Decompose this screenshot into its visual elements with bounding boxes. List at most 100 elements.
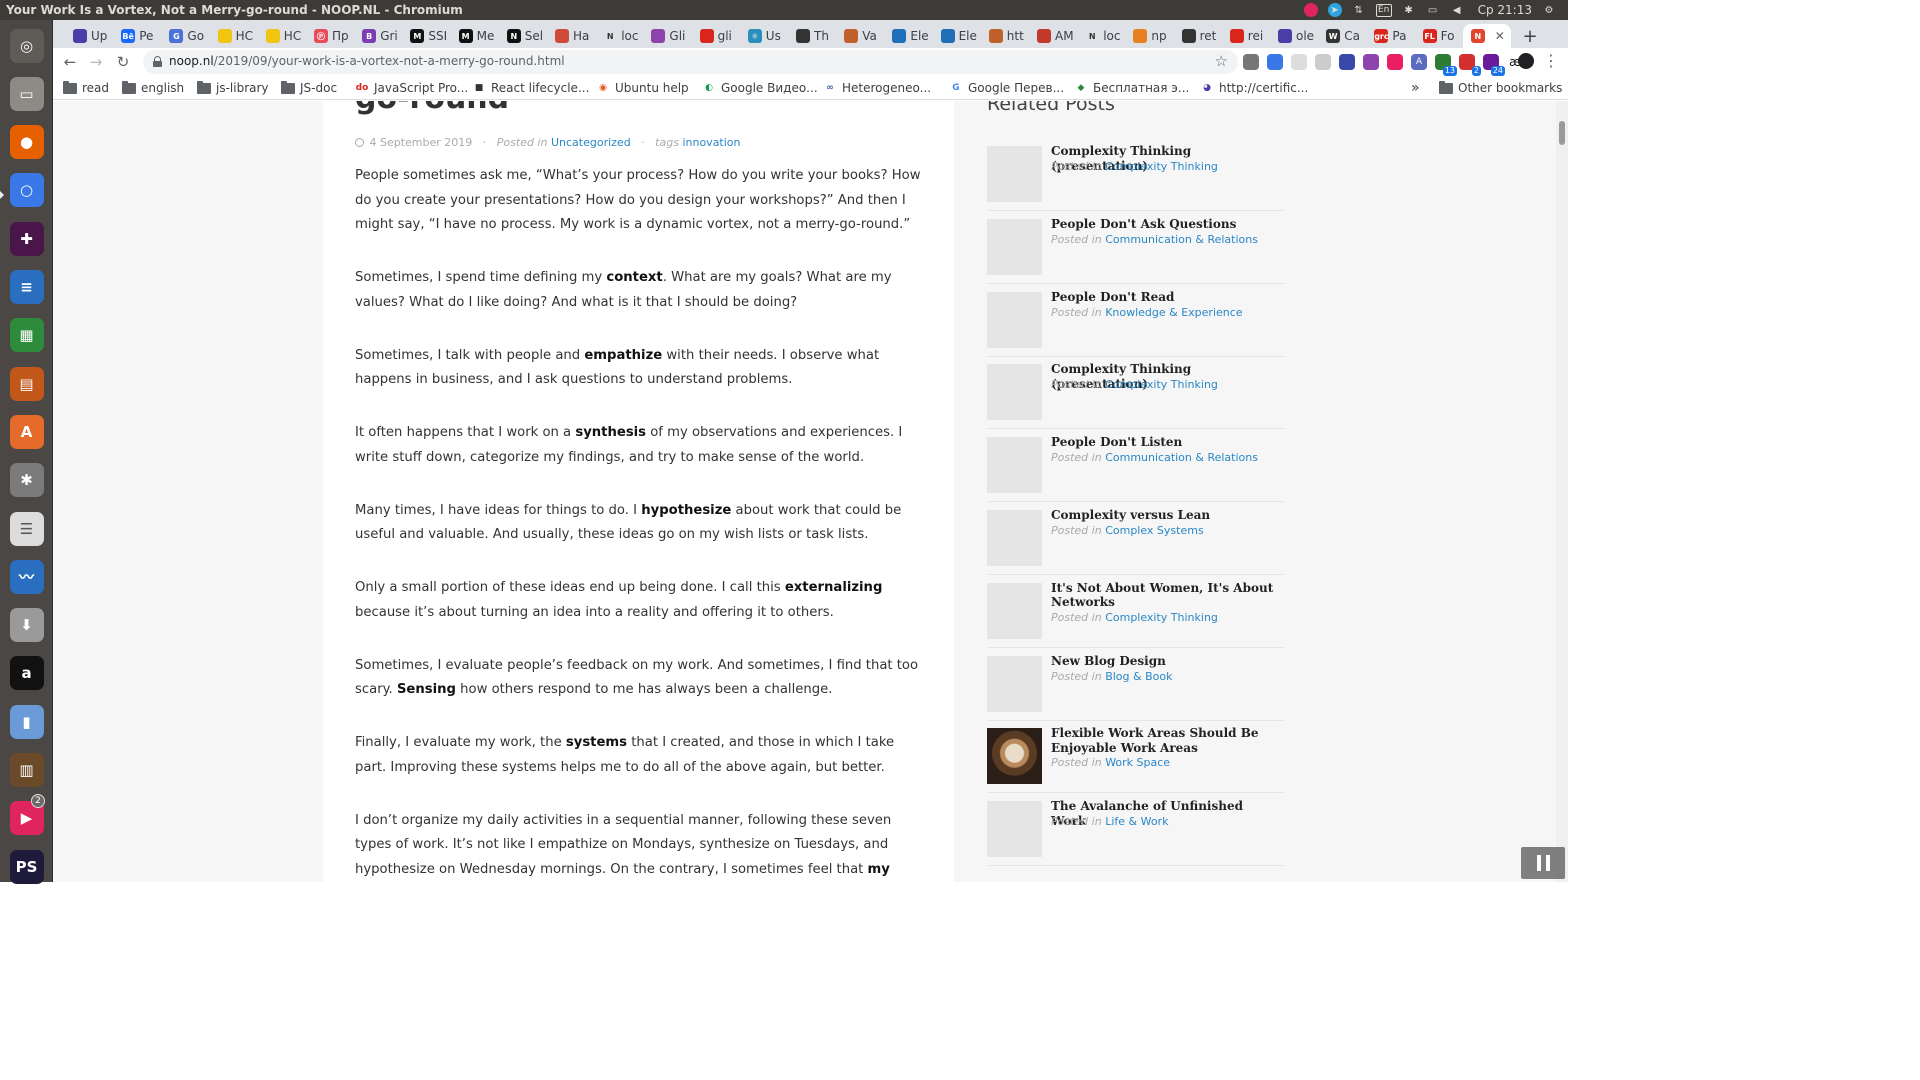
- category-link[interactable]: Uncategorized: [551, 136, 631, 149]
- volume-icon[interactable]: ◀: [1450, 3, 1464, 17]
- jetbrains-launcher-item[interactable]: ▶ 2: [5, 793, 48, 840]
- url-text[interactable]: noop.nl/2019/09/your-work-is-a-vortex-no…: [169, 54, 565, 68]
- tab[interactable]: Ha: [547, 24, 593, 48]
- tab[interactable]: Gli: [643, 24, 689, 48]
- omnibox[interactable]: noop.nl/2019/09/your-work-is-a-vortex-no…: [143, 50, 1238, 74]
- related-post-thumbnail[interactable]: [987, 364, 1042, 421]
- bookmark-item[interactable]: do JavaScript Pro...: [355, 80, 469, 96]
- settings-launcher-item[interactable]: ✱: [5, 459, 48, 502]
- new-tab-button[interactable]: +: [1519, 25, 1541, 47]
- related-post[interactable]: People Don't Read Posted in Knowledge & E…: [987, 284, 1285, 357]
- extension-9-icon[interactable]: 13: [1435, 54, 1457, 76]
- bluetooth-icon[interactable]: ✱: [1402, 3, 1416, 17]
- related-post-category-link[interactable]: Blog & Book: [1105, 670, 1172, 683]
- related-post[interactable]: The Avalanche of Unfinished Work Posted i…: [987, 793, 1285, 867]
- related-post-category-link[interactable]: Knowledge & Experience: [1105, 306, 1242, 319]
- software-center-launcher-item[interactable]: A: [5, 410, 48, 453]
- related-post-title[interactable]: New Blog Design: [1051, 654, 1281, 669]
- bookmark-item[interactable]: read: [63, 80, 109, 96]
- extension-5-icon[interactable]: [1339, 54, 1355, 70]
- writer-launcher-item[interactable]: ≡: [5, 266, 48, 309]
- related-post[interactable]: Complexity versus Lean Posted in Complex …: [987, 502, 1285, 575]
- related-post-category-link[interactable]: Work Space: [1105, 756, 1170, 769]
- bookmark-item[interactable]: ∞ Heterogeneo...: [823, 80, 931, 96]
- system-monitor-launcher-item[interactable]: 〰: [5, 555, 48, 598]
- related-post-title[interactable]: Complexity versus Lean: [1051, 508, 1281, 523]
- tab[interactable]: ⚛ Us: [740, 24, 786, 48]
- extension-6-icon[interactable]: [1363, 54, 1379, 70]
- calc-launcher-item[interactable]: ▦: [5, 314, 48, 357]
- tab[interactable]: Ele: [884, 24, 930, 48]
- tab[interactable]: rei: [1222, 24, 1268, 48]
- related-post-thumbnail[interactable]: [987, 582, 1042, 639]
- related-post[interactable]: Complexity Thinking (presentation) Posted…: [987, 138, 1285, 211]
- scrollbar-thumb[interactable]: [1559, 121, 1565, 145]
- other-bookmarks[interactable]: Other bookmarks: [1439, 80, 1562, 96]
- reload-button[interactable]: ↻: [112, 51, 134, 73]
- extension-4-icon[interactable]: [1315, 54, 1331, 70]
- install-launcher-item[interactable]: ⬇: [5, 604, 48, 647]
- files-launcher-item[interactable]: ▭: [5, 72, 48, 115]
- chromium-launcher-item[interactable]: ○: [5, 169, 48, 212]
- keyboard-layout-indicator[interactable]: En: [1375, 3, 1392, 17]
- related-post-category-link[interactable]: Life & Work: [1105, 815, 1168, 828]
- extension-11-icon[interactable]: 24: [1483, 54, 1505, 76]
- page-scrollbar[interactable]: [1556, 101, 1568, 882]
- bookmark-star-icon[interactable]: ☆: [1215, 52, 1228, 70]
- bookmark-item[interactable]: JS-doc: [281, 80, 337, 96]
- related-post-thumbnail[interactable]: [987, 218, 1042, 275]
- related-post-category-link[interactable]: Complexity Thinking: [1105, 611, 1218, 624]
- bookmark-item[interactable]: ◉ Ubuntu help: [596, 80, 689, 96]
- related-post-category-link[interactable]: Communication & Relations: [1105, 233, 1258, 246]
- extension-1-icon[interactable]: [1243, 54, 1259, 70]
- impress-launcher-item[interactable]: ▤: [5, 362, 48, 405]
- tab[interactable]: HC: [210, 24, 256, 48]
- tab[interactable]: G Go: [161, 24, 207, 48]
- related-post-category-link[interactable]: Complex Systems: [1105, 524, 1204, 537]
- pause-icon[interactable]: [1521, 847, 1565, 879]
- browser-menu-icon[interactable]: ⋮: [1543, 51, 1559, 70]
- tab[interactable]: ret: [1174, 24, 1220, 48]
- related-post-thumbnail[interactable]: [987, 510, 1042, 566]
- bookmark-item[interactable]: ■ React lifecycle...: [472, 80, 590, 96]
- tab[interactable]: HC: [258, 24, 304, 48]
- extension-10-icon[interactable]: 2: [1459, 54, 1481, 76]
- related-post-thumbnail[interactable]: [987, 291, 1042, 348]
- telegram-icon[interactable]: ➤: [1327, 3, 1342, 17]
- phpstorm-launcher-item[interactable]: PS: [5, 845, 48, 888]
- ruler-launcher-item[interactable]: ▮: [5, 700, 48, 743]
- related-post-thumbnail[interactable]: [987, 437, 1042, 494]
- related-post-thumbnail[interactable]: [987, 801, 1042, 858]
- extension-7-icon[interactable]: [1387, 54, 1403, 70]
- tab[interactable]: M SSI: [402, 24, 448, 48]
- related-post-title[interactable]: It's Not About Women, It's About Network…: [1051, 581, 1281, 610]
- tab[interactable]: grc Pa: [1366, 24, 1412, 48]
- library-launcher-item[interactable]: ▥: [5, 749, 48, 792]
- extension-3-icon[interactable]: [1291, 54, 1307, 70]
- lock-icon[interactable]: [153, 56, 162, 67]
- tab[interactable]: Th: [788, 24, 834, 48]
- tab[interactable]: AM: [1029, 24, 1075, 48]
- back-button[interactable]: ←: [59, 51, 81, 73]
- power-gear-icon[interactable]: ⚙: [1542, 3, 1556, 17]
- tab[interactable]: FL Fo: [1415, 24, 1461, 48]
- bookmarks-overflow-button[interactable]: »: [1411, 80, 1420, 96]
- related-post[interactable]: Flexible Work Areas Should Be Enjoyable …: [987, 720, 1285, 794]
- extension-8-icon[interactable]: A: [1411, 54, 1427, 70]
- text-editor-launcher-item[interactable]: ☰: [5, 507, 48, 550]
- bookmark-item[interactable]: js-library: [197, 80, 269, 96]
- bookmark-item[interactable]: english: [122, 80, 184, 96]
- tab[interactable]: ole: [1270, 24, 1316, 48]
- bookmark-item[interactable]: G Google Перев...: [949, 80, 1064, 96]
- tab[interactable]: B Gri: [354, 24, 400, 48]
- network-transfer-icon[interactable]: ⇅: [1352, 3, 1366, 17]
- tab[interactable]: Nloc: [595, 24, 641, 48]
- tab[interactable]: W Ca: [1318, 24, 1364, 48]
- tab[interactable]: Ele: [933, 24, 979, 48]
- related-post-thumbnail[interactable]: [987, 146, 1042, 202]
- related-post-category-link[interactable]: Communication & Relations: [1105, 451, 1258, 464]
- tab-close-icon[interactable]: ✕: [1495, 29, 1505, 43]
- related-post-category-link[interactable]: Complexity Thinking: [1105, 378, 1218, 391]
- related-post[interactable]: People Don't Ask Questions Posted in Comm…: [987, 211, 1285, 284]
- bookmark-item[interactable]: ◐ Google Видео...: [702, 80, 818, 96]
